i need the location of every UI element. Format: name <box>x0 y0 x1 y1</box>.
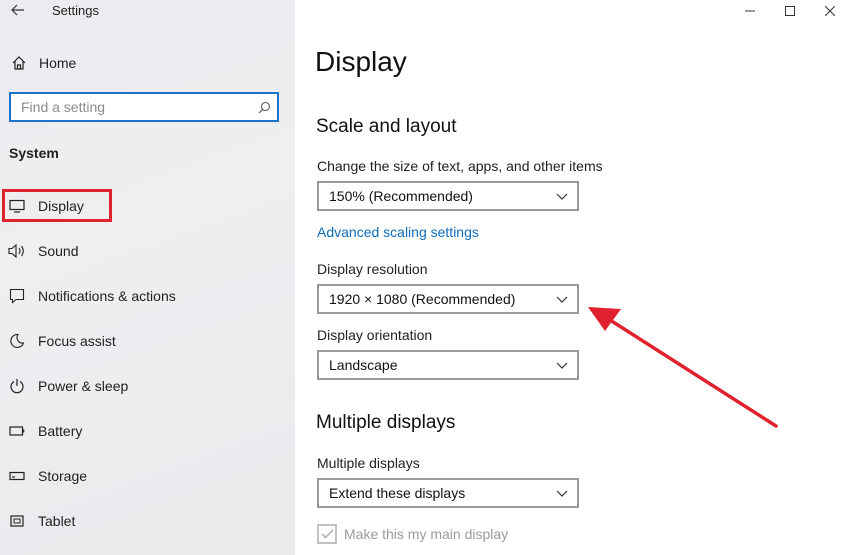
main-display-checkbox[interactable] <box>317 524 337 544</box>
maximize-icon <box>785 6 795 16</box>
home-icon <box>10 54 28 72</box>
chevron-down-icon <box>555 486 569 500</box>
multiple-displays-dropdown[interactable]: Extend these displays <box>317 478 579 508</box>
titlebar: Settings <box>0 0 295 24</box>
tablet-icon <box>8 512 26 530</box>
back-arrow-icon <box>11 4 24 16</box>
app-title: Settings <box>52 3 99 18</box>
storage-icon <box>8 467 26 485</box>
sidebar-item-tablet[interactable]: Tablet <box>0 506 295 536</box>
section-heading-scale-layout: Scale and layout <box>316 116 457 137</box>
search-box[interactable] <box>9 92 279 122</box>
moon-icon <box>8 332 26 350</box>
maximize-button[interactable] <box>770 0 810 22</box>
section-title-system: System <box>9 145 59 161</box>
window-controls <box>730 0 850 22</box>
monitor-icon <box>8 197 26 215</box>
sidebar-item-label: Notifications & actions <box>38 288 176 304</box>
orientation-dropdown[interactable]: Landscape <box>317 350 579 380</box>
orientation-label: Display orientation <box>317 327 433 343</box>
speaker-icon <box>8 242 26 260</box>
resolution-value: 1920 × 1080 (Recommended) <box>329 291 516 307</box>
minimize-button[interactable] <box>730 0 770 22</box>
sidebar: Settings Home System Display Sound Notif… <box>0 0 295 555</box>
close-icon <box>825 6 835 16</box>
minimize-icon <box>745 10 755 12</box>
sidebar-item-notifications[interactable]: Notifications & actions <box>0 281 295 311</box>
multiple-displays-value: Extend these displays <box>329 485 466 501</box>
resolution-label: Display resolution <box>317 261 428 277</box>
sidebar-item-focus-assist[interactable]: Focus assist <box>0 326 295 356</box>
sidebar-item-label: Sound <box>38 243 79 259</box>
back-button[interactable] <box>8 0 28 20</box>
resolution-dropdown[interactable]: 1920 × 1080 (Recommended) <box>317 284 579 314</box>
sidebar-item-label: Power & sleep <box>38 378 129 394</box>
multiple-displays-label: Multiple displays <box>317 455 420 471</box>
scale-label: Change the size of text, apps, and other… <box>317 158 603 174</box>
sidebar-item-display[interactable]: Display <box>0 191 295 221</box>
sidebar-item-label: Display <box>38 198 84 214</box>
checkmark-icon <box>320 529 334 539</box>
main-display-checkbox-row: Make this my main display <box>317 523 508 545</box>
notification-icon <box>8 287 26 305</box>
chevron-down-icon <box>555 189 569 203</box>
sidebar-item-label: Battery <box>38 423 83 439</box>
main-content: Display Scale and layout Change the size… <box>295 0 850 555</box>
section-heading-multiple-displays: Multiple displays <box>316 412 456 433</box>
sidebar-item-label: Storage <box>38 468 88 484</box>
scale-dropdown[interactable]: 150% (Recommended) <box>317 181 579 211</box>
page-title: Display <box>315 46 407 77</box>
advanced-scaling-link[interactable]: Advanced scaling settings <box>317 224 479 240</box>
sidebar-item-label: Tablet <box>38 513 76 529</box>
sidebar-item-label: Focus assist <box>38 333 116 349</box>
scale-value: 150% (Recommended) <box>329 188 473 204</box>
sidebar-item-battery[interactable]: Battery <box>0 416 295 446</box>
search-icon[interactable] <box>251 101 277 114</box>
home-label: Home <box>39 55 77 71</box>
battery-icon <box>8 422 26 440</box>
sidebar-item-sound[interactable]: Sound <box>0 236 295 266</box>
home-link[interactable]: Home <box>10 52 76 74</box>
chevron-down-icon <box>555 358 569 372</box>
sidebar-item-power-sleep[interactable]: Power & sleep <box>0 371 295 401</box>
sidebar-item-storage[interactable]: Storage <box>0 461 295 491</box>
orientation-value: Landscape <box>329 357 398 373</box>
chevron-down-icon <box>555 292 569 306</box>
search-input[interactable] <box>11 99 251 115</box>
main-display-checkbox-label: Make this my main display <box>344 526 509 542</box>
close-button[interactable] <box>810 0 850 22</box>
power-icon <box>8 377 26 395</box>
